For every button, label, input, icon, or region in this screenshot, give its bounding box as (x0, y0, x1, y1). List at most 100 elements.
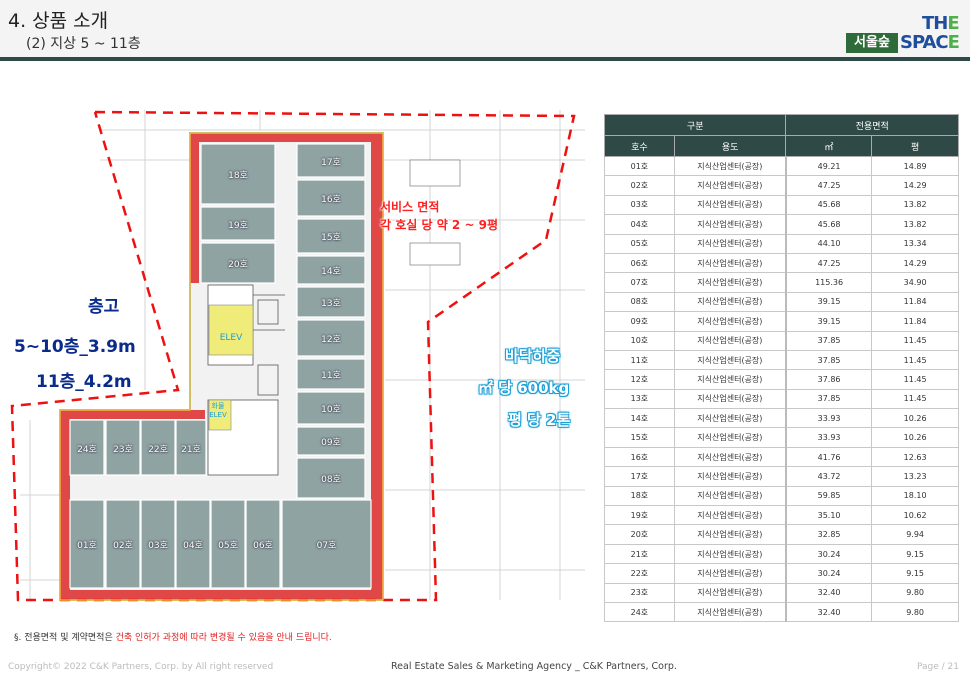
service-area-line1: 서비스 면적 (380, 200, 440, 214)
table-row: 06호 지식산업센터(공장) 47.25 14.29 (604, 252, 959, 274)
table-row: 13호 지식산업센터(공장) 37.85 11.45 (604, 388, 959, 410)
cell-pyeong: 14.29 (871, 252, 959, 274)
table-row: 24호 지식산업센터(공장) 32.40 9.80 (604, 601, 959, 623)
table-row: 02호 지식산업센터(공장) 47.25 14.29 (604, 175, 959, 196)
cell-unit: 18호 (604, 485, 675, 507)
cell-unit: 04호 (604, 214, 675, 235)
cell-m2: 32.85 (785, 524, 873, 545)
cell-unit: 07호 (604, 272, 675, 293)
unit-label: 18호 (228, 171, 248, 181)
cell-use: 지식산업센터(공장) (673, 388, 787, 410)
cell-unit: 14호 (604, 408, 675, 429)
unit-label: 09호 (321, 438, 341, 448)
table-row: 23호 지식산업센터(공장) 32.40 9.80 (604, 582, 959, 603)
unit-label: 08호 (321, 475, 341, 485)
note-prefix: §. 전용면적 및 계약면적은 (14, 633, 116, 643)
unit-label: 01호 (77, 541, 97, 551)
freight-elevator-label: 화물 ELEV (209, 402, 227, 419)
note-highlight: 건축 인허가 과정에 따라 변경될 수 있음을 안내 드립니다. (115, 633, 332, 643)
cell-unit: 03호 (604, 194, 675, 216)
cell-unit: 24호 (604, 601, 675, 623)
cell-m2: 37.85 (785, 349, 873, 371)
cell-use: 지식산업센터(공장) (673, 485, 787, 507)
table-row: 20호 지식산업센터(공장) 32.85 9.94 (604, 524, 959, 545)
cell-m2: 30.24 (785, 563, 873, 584)
unit-label: 22호 (148, 444, 168, 455)
cell-pyeong: 13.23 (871, 466, 959, 487)
table-row: 21호 지식산업센터(공장) 30.24 9.15 (604, 543, 959, 565)
cell-m2: 44.10 (785, 233, 873, 254)
unit-label: 06호 (253, 541, 273, 551)
cell-use: 지식산업센터(공장) (673, 194, 787, 216)
unit-label: 21호 (181, 444, 201, 455)
cell-m2: 47.25 (785, 252, 873, 274)
cell-unit: 08호 (604, 291, 675, 313)
cell-m2: 32.40 (785, 601, 873, 623)
cell-pyeong: 13.82 (871, 214, 959, 235)
cell-unit: 20호 (604, 524, 675, 545)
th-m2: ㎡ (785, 135, 873, 157)
cell-use: 지식산업센터(공장) (673, 369, 787, 390)
cell-unit: 11호 (604, 349, 675, 371)
cell-pyeong: 11.45 (871, 349, 959, 371)
cell-pyeong: 11.84 (871, 291, 959, 313)
cell-pyeong: 10.26 (871, 408, 959, 429)
table-group-header: 구분 전용면적 (603, 114, 959, 136)
table-column-header: 호수 용도 ㎡ 평 (604, 135, 959, 157)
cell-use: 지식산업센터(공장) (673, 175, 787, 196)
logo-space: SPACE (900, 32, 960, 53)
cell-pyeong: 9.94 (871, 524, 959, 545)
cell-m2: 37.85 (785, 388, 873, 410)
unit-label: 15호 (321, 233, 341, 243)
cell-unit: 13호 (604, 388, 675, 410)
cell-use: 지식산업센터(공장) (673, 524, 787, 545)
cell-m2: 115.36 (785, 272, 873, 293)
table-row: 16호 지식산업센터(공장) 41.76 12.63 (604, 446, 959, 468)
cell-m2: 39.15 (785, 291, 873, 313)
cell-m2: 41.76 (785, 446, 873, 468)
table-row: 09호 지식산업센터(공장) 39.15 11.84 (604, 311, 959, 332)
th-group-area: 전용면적 (785, 114, 959, 136)
table-row: 17호 지식산업센터(공장) 43.72 13.23 (604, 466, 959, 487)
logo-space-e: E (947, 32, 960, 53)
unit-label: 07호 (316, 541, 337, 551)
cell-m2: 37.85 (785, 330, 873, 351)
unit-label: 17호 (321, 157, 341, 168)
cell-pyeong: 14.29 (871, 175, 959, 196)
table-row: 12호 지식산업센터(공장) 37.86 11.45 (604, 369, 959, 390)
footer-page: Page / 21 (917, 662, 959, 672)
unit-label: 05호 (218, 541, 238, 551)
cell-pyeong: 18.10 (871, 485, 959, 507)
cell-m2: 45.68 (785, 214, 873, 235)
cell-unit: 02호 (604, 175, 675, 196)
cell-unit: 09호 (604, 311, 675, 332)
table-row: 22호 지식산업센터(공장) 30.24 9.15 (604, 563, 959, 584)
cell-unit: 12호 (604, 369, 675, 390)
cell-pyeong: 9.15 (871, 563, 959, 584)
unit-label: 03호 (148, 541, 168, 551)
header-divider (0, 57, 970, 61)
logo-the: THE (922, 13, 960, 34)
cell-pyeong: 11.45 (871, 388, 959, 410)
cell-unit: 21호 (604, 543, 675, 565)
th-use: 용도 (673, 135, 787, 157)
cell-use: 지식산업센터(공장) (673, 311, 787, 332)
floor-load-line2: 평 당 2톤 (508, 411, 571, 429)
ceiling-height-line2: 11층_4.2m (36, 372, 132, 392)
table-body: 01호 지식산업센터(공장) 49.21 14.89 02호 지식산업센터(공장) 47.2… (604, 155, 959, 623)
logo-the-text: TH (922, 13, 948, 34)
floor-load-line1: ㎡ 당 600kg (478, 379, 570, 397)
unit-label: 02호 (113, 541, 133, 551)
logo-space-text: SPAC (900, 32, 949, 53)
cell-use: 지식산업센터(공장) (673, 233, 787, 254)
unit-label: 20호 (228, 260, 248, 270)
logo-the-e: E (947, 13, 959, 34)
table-row: 04호 지식산업센터(공장) 45.68 13.82 (604, 214, 959, 235)
cell-pyeong: 10.26 (871, 427, 959, 448)
cell-m2: 39.15 (785, 311, 873, 332)
table-row: 15호 지식산업센터(공장) 33.93 10.26 (604, 427, 959, 448)
cell-use: 지식산업센터(공장) (673, 543, 787, 565)
th-group-category: 구분 (603, 114, 787, 136)
cell-pyeong: 9.15 (871, 543, 959, 565)
cell-pyeong: 10.62 (871, 505, 959, 526)
